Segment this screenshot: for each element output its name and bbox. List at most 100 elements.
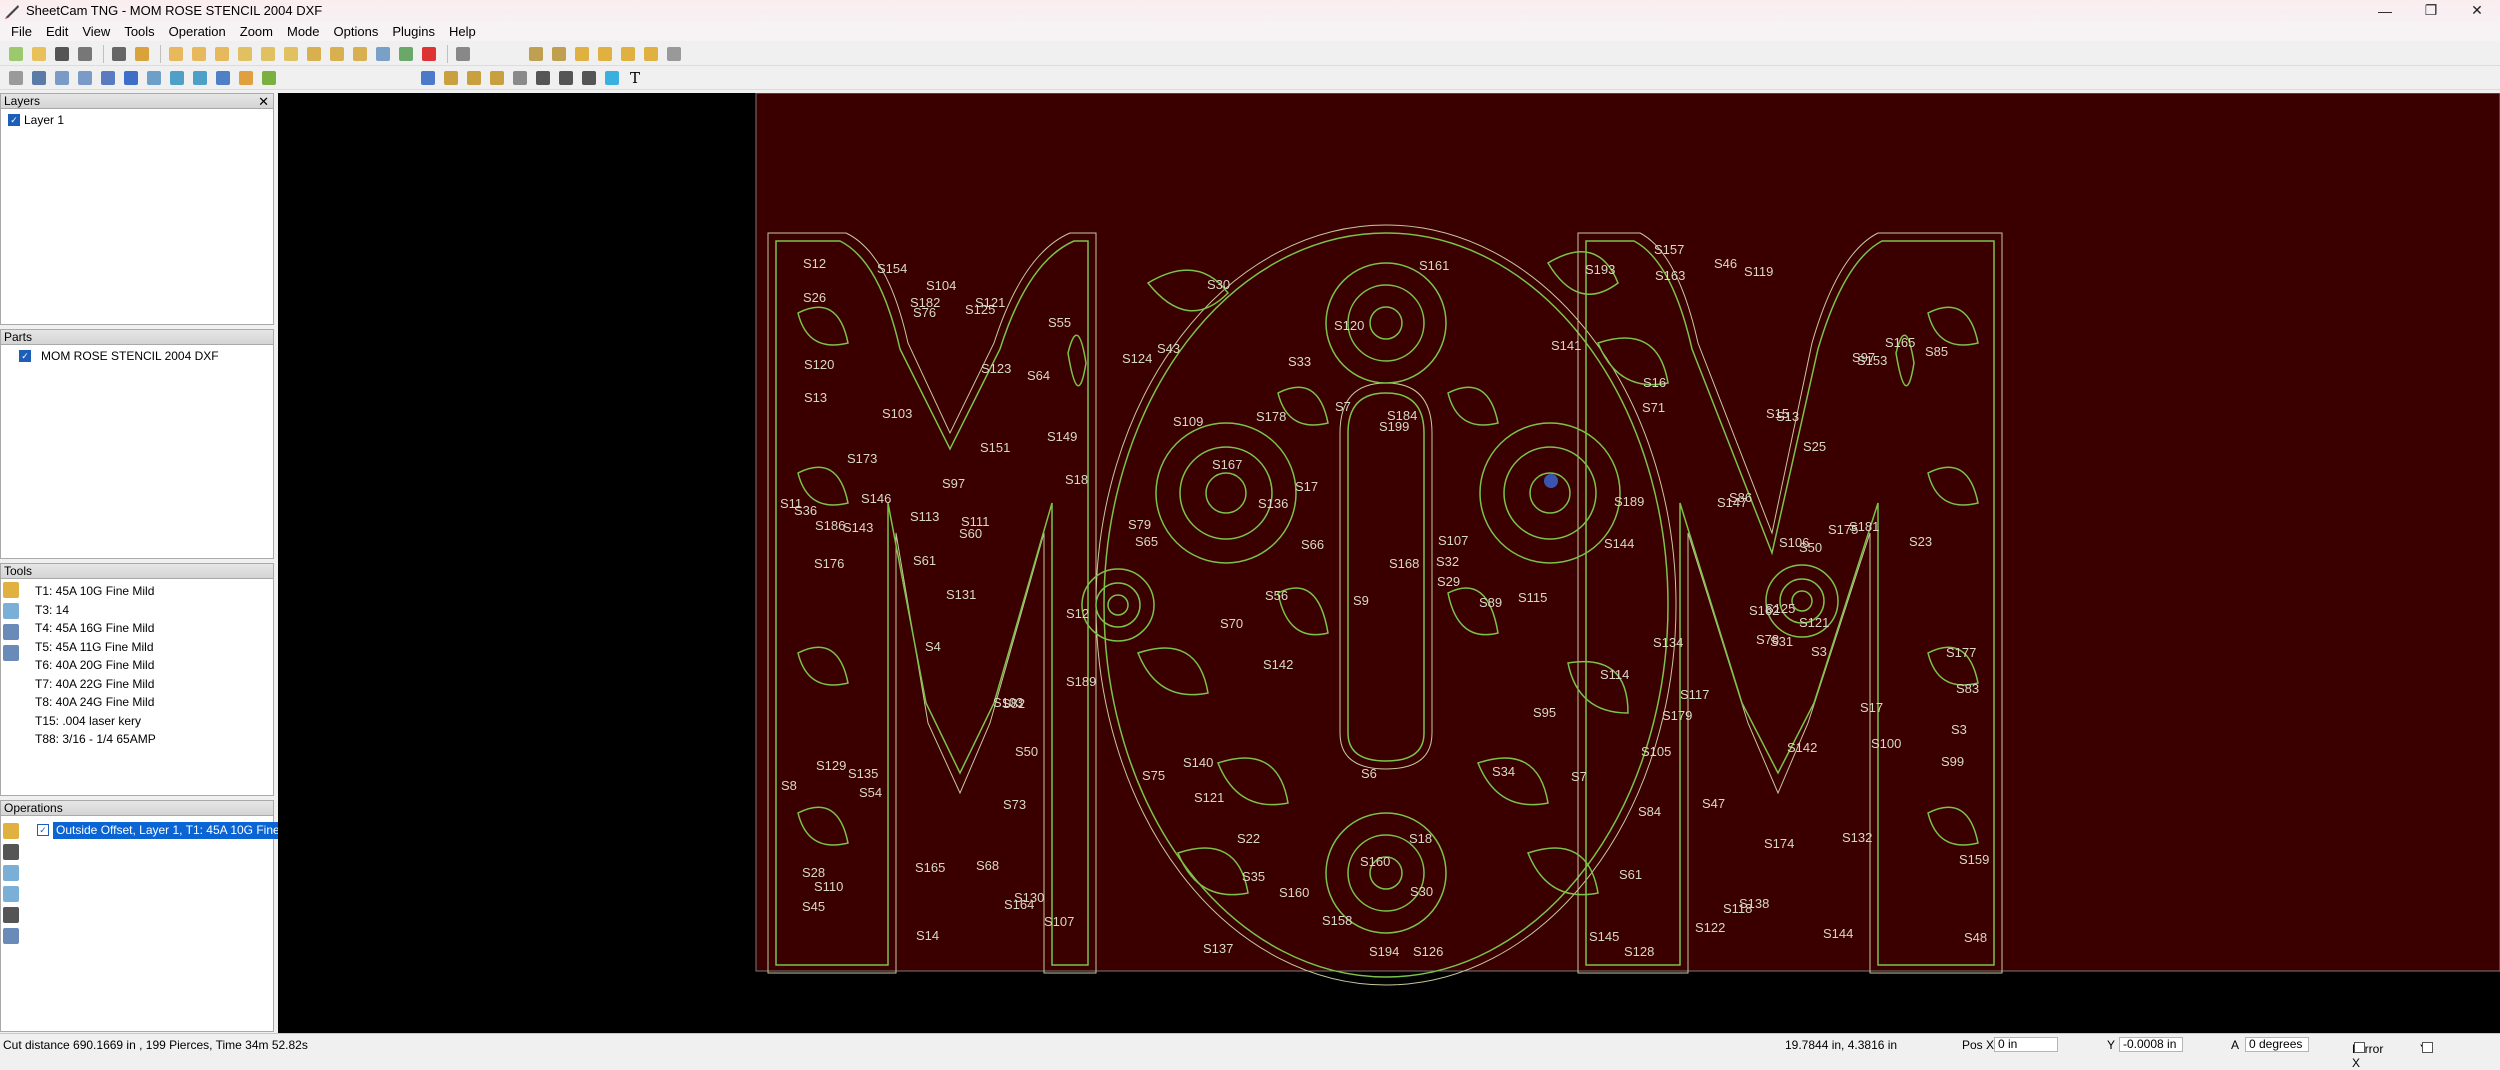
angle-field[interactable]: 0 degrees [2245, 1037, 2309, 1052]
close-icon[interactable]: ✕ [258, 94, 269, 109]
window-controls: — ❐ ✕ [2362, 0, 2500, 21]
machine-icon[interactable] [132, 44, 152, 64]
menu-view[interactable]: View [75, 24, 117, 39]
list-item[interactable]: T6: 40A 20G Fine Mild [35, 656, 156, 675]
list-item[interactable]: T1: 45A 10G Fine Mild [35, 582, 156, 601]
drill-op-icon[interactable] [3, 865, 19, 881]
text-tool-icon[interactable]: T [625, 68, 645, 88]
new-tool-icon[interactable] [3, 582, 19, 598]
layer-item[interactable]: ✓ Layer 1 [1, 109, 273, 127]
zoom-extents-icon[interactable] [618, 44, 638, 64]
stop-icon[interactable] [236, 68, 256, 88]
delete-icon[interactable] [419, 44, 439, 64]
menu-file[interactable]: File [4, 24, 39, 39]
zoom-prev-icon[interactable] [664, 44, 684, 64]
run-postprocessor-icon[interactable] [109, 44, 129, 64]
operation-item[interactable]: ✓ Outside Offset, Layer 1, T1: 45A 10G F… [37, 821, 285, 839]
drawing-canvas[interactable]: S4 S109 S125 S28 S107 S47 S121 S184 S153 S131 S30 S… [278, 92, 2500, 1033]
menu-help[interactable]: Help [442, 24, 483, 39]
path-icon[interactable] [121, 68, 141, 88]
zoom-in-icon[interactable] [549, 44, 569, 64]
pos-y-field[interactable]: -0.0008 in [2119, 1037, 2183, 1052]
menu-mode[interactable]: Mode [280, 24, 327, 39]
pocket-op-icon[interactable] [3, 886, 19, 902]
open-job-icon[interactable] [29, 44, 49, 64]
select-all-icon[interactable] [166, 44, 186, 64]
segment-label: S160 [1279, 885, 1309, 900]
tool-list-icon[interactable] [3, 645, 19, 661]
checkbox-icon[interactable]: ✓ [37, 824, 49, 836]
segment-label: S104 [926, 278, 956, 293]
edit-direction-icon[interactable] [510, 68, 530, 88]
zoom-window-icon[interactable] [595, 44, 615, 64]
select-pointer-icon[interactable] [418, 68, 438, 88]
tool-wizard-icon[interactable] [6, 68, 26, 88]
menu-tools[interactable]: Tools [117, 24, 161, 39]
group-icon[interactable] [189, 44, 209, 64]
op-table-icon[interactable] [3, 928, 19, 944]
ungroup-icon[interactable] [212, 44, 232, 64]
pos-x-label: Pos X [1962, 1038, 1995, 1052]
order-icon[interactable] [396, 44, 416, 64]
new-operation-icon[interactable] [3, 823, 19, 839]
menu-options[interactable]: Options [327, 24, 386, 39]
checkbox-icon[interactable]: ✓ [8, 114, 20, 126]
align-icon[interactable] [373, 44, 393, 64]
list-item[interactable]: T15: .004 laser kery [35, 712, 156, 731]
user-code-icon[interactable] [213, 68, 233, 88]
mirror-y-checkbox[interactable] [2422, 1042, 2433, 1053]
list-item[interactable]: T88: 3/16 - 1/4 65AMP [35, 730, 156, 749]
part-item[interactable]: ✓ MOM ROSE STENCIL 2004 DXF [1, 345, 273, 363]
segment-label: S140 [1183, 755, 1213, 770]
undo-icon[interactable] [453, 44, 473, 64]
menu-plugins[interactable]: Plugins [385, 24, 442, 39]
layers-icon[interactable] [29, 68, 49, 88]
edit-tool-icon[interactable] [3, 603, 19, 619]
path-op-icon[interactable] [3, 907, 19, 923]
array-part-icon[interactable] [281, 44, 301, 64]
edit-tab-icon[interactable] [487, 68, 507, 88]
segment-label: S3 [1951, 722, 1967, 737]
move-part-icon[interactable] [304, 44, 324, 64]
copy-part-icon[interactable] [258, 44, 278, 64]
measure-icon[interactable] [556, 68, 576, 88]
pos-x-field[interactable]: 0 in [1994, 1037, 2058, 1052]
contour-icon[interactable] [75, 68, 95, 88]
list-item[interactable]: T8: 40A 24G Fine Mild [35, 693, 156, 712]
menu-edit[interactable]: Edit [39, 24, 75, 39]
flag-icon[interactable] [259, 68, 279, 88]
list-item[interactable]: T3: 14 [35, 601, 156, 620]
new-job-icon[interactable] [6, 44, 26, 64]
zoom-sheet-icon[interactable] [641, 44, 661, 64]
edit-leadin-icon[interactable] [464, 68, 484, 88]
zoom-fit-icon[interactable] [526, 44, 546, 64]
mirror-x-checkbox[interactable] [2354, 1042, 2365, 1053]
table-icon[interactable] [52, 68, 72, 88]
mark-icon[interactable] [190, 68, 210, 88]
rotate-part-icon[interactable] [327, 44, 347, 64]
minimize-icon[interactable]: — [2362, 0, 2408, 21]
list-item[interactable]: T4: 45A 16G Fine Mild [35, 619, 156, 638]
tool-table-icon[interactable] [3, 624, 19, 640]
mirror-part-icon[interactable] [350, 44, 370, 64]
menu-zoom[interactable]: Zoom [233, 24, 280, 39]
nest-icon[interactable] [235, 44, 255, 64]
restore-icon[interactable]: ❐ [2408, 0, 2454, 21]
sheet-icon[interactable] [579, 68, 599, 88]
drill-icon[interactable] [98, 68, 118, 88]
torch-icon[interactable] [602, 68, 622, 88]
list-item[interactable]: T7: 40A 22G Fine Mild [35, 675, 156, 694]
contour-op-icon[interactable] [3, 844, 19, 860]
menu-operation[interactable]: Operation [162, 24, 233, 39]
edit-start-point-icon[interactable] [441, 68, 461, 88]
set-origin-icon[interactable] [533, 68, 553, 88]
close-icon[interactable]: ✕ [2454, 0, 2500, 21]
operation-label: Outside Offset, Layer 1, T1: 45A 10G Fin… [53, 821, 285, 839]
list-item[interactable]: T5: 45A 11G Fine Mild [35, 638, 156, 657]
checkbox-icon[interactable]: ✓ [19, 350, 31, 362]
print-icon[interactable] [75, 44, 95, 64]
save-job-icon[interactable] [52, 44, 72, 64]
pocket-icon[interactable] [144, 68, 164, 88]
engrave-icon[interactable] [167, 68, 187, 88]
zoom-out-icon[interactable] [572, 44, 592, 64]
